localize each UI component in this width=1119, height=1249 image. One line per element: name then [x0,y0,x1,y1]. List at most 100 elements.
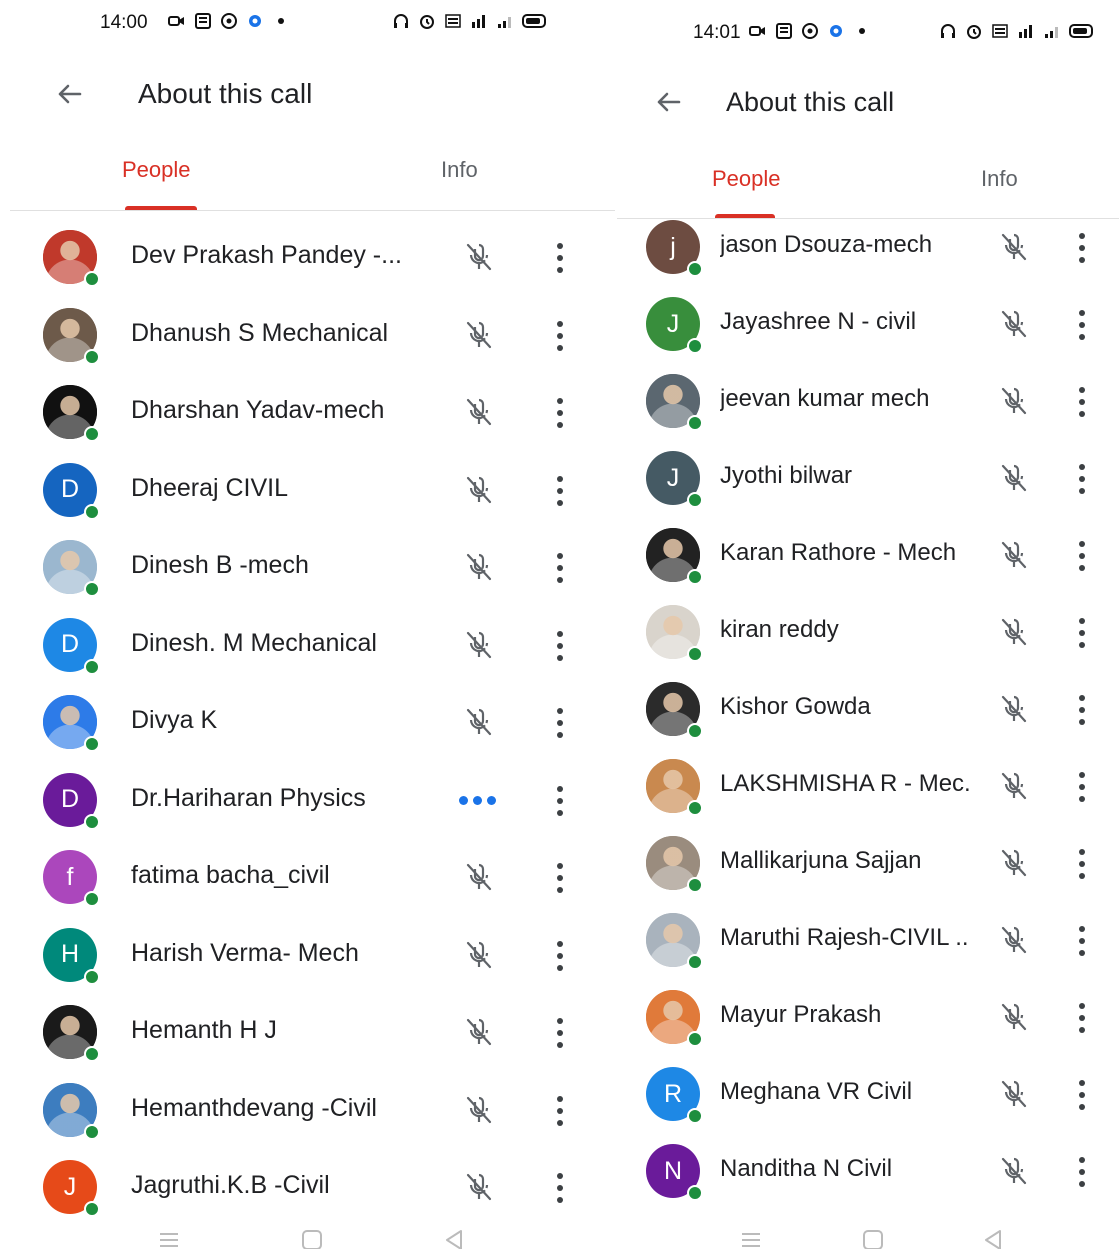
tab-info[interactable]: Info [981,166,1018,192]
participant-row[interactable]: LAKSHMISHA R - Mec... [617,748,1119,825]
more-vert-icon[interactable] [554,320,566,351]
participant-row[interactable]: Dharshan Yadav-mech [0,374,615,451]
participant-row[interactable]: Karan Rathore - Mech [617,517,1119,594]
back-arrow-icon[interactable] [52,76,88,112]
speaking-indicator-icon[interactable] [459,795,496,805]
participant-row[interactable]: D Dinesh. M Mechanical [0,607,615,684]
mic-off-icon[interactable] [461,1092,497,1128]
back-icon[interactable] [981,1228,1005,1249]
more-vert-icon[interactable] [554,1173,566,1203]
signal-icon [1045,27,1058,38]
participant-list[interactable]: j jason Dsouza-mech J Jayashree N - civil je… [617,219,1119,1209]
tab-people[interactable]: People [122,157,191,183]
mic-off-icon[interactable] [996,768,1032,804]
more-vert-icon[interactable] [554,398,566,428]
more-vert-icon[interactable] [1076,464,1088,494]
mic-off-icon[interactable] [461,549,497,585]
participant-row[interactable]: H Harish Verma- Mech [0,917,615,994]
more-dot [557,553,563,559]
more-vert-icon[interactable] [1076,772,1088,802]
more-vert-icon[interactable] [1076,1080,1088,1110]
home-icon[interactable] [300,1228,324,1249]
online-status-dot [687,723,703,739]
participant-list[interactable]: Dev Prakash Pandey -... Dhanush S Mechani… [0,210,615,1217]
participant-row[interactable]: J Jyothi bilwar [617,440,1119,517]
participant-row[interactable]: Mallikarjuna Sajjan [617,825,1119,902]
mic-off-icon[interactable] [996,1076,1032,1112]
participant-row[interactable]: kiran reddy [617,594,1119,671]
participant-row[interactable]: Dhanush S Mechanical [0,297,615,374]
more-dot [557,964,563,971]
mic-off-icon[interactable] [461,1014,497,1050]
participant-row[interactable]: Hemanth H J [0,994,615,1071]
participant-row[interactable]: Maruthi Rajesh-CIVIL ... [617,902,1119,979]
more-vert-icon[interactable] [1076,1003,1088,1033]
more-vert-icon[interactable] [1076,618,1088,648]
mic-off-icon[interactable] [996,1153,1032,1189]
mic-off-icon[interactable] [461,704,497,740]
mic-off-icon[interactable] [996,999,1032,1035]
more-vert-icon[interactable] [554,1095,566,1126]
mic-off-icon[interactable] [461,239,497,275]
mic-off-icon[interactable] [461,317,497,353]
home-icon[interactable] [861,1228,885,1249]
more-vert-icon[interactable] [554,243,566,273]
mic-off-icon[interactable] [996,383,1032,419]
mic-off-icon[interactable] [996,845,1032,881]
participant-row[interactable]: Kishor Gowda [617,671,1119,748]
participant-row[interactable]: Divya K [0,684,615,761]
more-vert-icon[interactable] [554,630,566,661]
mic-off-icon[interactable] [996,691,1032,727]
menu-icon[interactable] [739,1228,763,1249]
avatar: D [43,617,100,675]
mic-off-icon[interactable] [461,627,497,663]
more-vert-icon[interactable] [1076,1157,1088,1187]
more-vert-icon[interactable] [1076,926,1088,956]
participant-row[interactable]: Mayur Prakash [617,979,1119,1056]
participant-row[interactable]: Hemanthdevang -Civil [0,1072,615,1149]
more-vert-icon[interactable] [1076,849,1088,879]
participant-row[interactable]: D Dheeraj CIVIL [0,452,615,529]
more-vert-icon[interactable] [1076,387,1088,417]
mic-off-icon[interactable] [461,394,497,430]
tab-people[interactable]: People [712,166,781,192]
participant-row[interactable]: R Meghana VR Civil [617,1056,1119,1133]
mic-off-icon[interactable] [996,922,1032,958]
back-arrow-icon[interactable] [651,84,687,120]
more-vert-icon[interactable] [554,708,566,738]
mic-off-icon[interactable] [461,937,497,973]
participant-row[interactable]: f fatima bacha_civil [0,839,615,916]
tab-info[interactable]: Info [441,157,478,183]
mic-off-icon[interactable] [461,472,497,508]
more-vert-icon[interactable] [1076,310,1088,340]
participant-row[interactable]: jeevan kumar mech [617,363,1119,440]
participant-row[interactable]: J Jagruthi.K.B -Civil [0,1149,615,1226]
participant-row[interactable]: N Nanditha N Civil [617,1133,1119,1209]
menu-icon[interactable] [157,1228,181,1249]
participant-row[interactable]: Dinesh B -mech [0,529,615,606]
more-vert-icon[interactable] [554,940,566,971]
participant-row[interactable]: D Dr.Hariharan Physics [0,762,615,839]
participant-row[interactable]: J Jayashree N - civil [617,286,1119,363]
more-dot [557,1185,563,1191]
more-vert-icon[interactable] [554,553,566,583]
mic-off-icon[interactable] [996,306,1032,342]
mic-off-icon[interactable] [996,537,1032,573]
more-vert-icon[interactable] [1076,541,1088,571]
participant-row[interactable]: Dev Prakash Pandey -... [0,219,615,296]
mic-off-icon[interactable] [461,1169,497,1205]
participant-name: Karan Rathore - Mech [720,539,957,566]
more-vert-icon[interactable] [554,1018,566,1048]
more-vert-icon[interactable] [554,475,566,506]
more-dot [1079,719,1085,725]
mic-off-icon[interactable] [996,229,1032,265]
more-vert-icon[interactable] [1076,233,1088,263]
more-vert-icon[interactable] [554,863,566,893]
mic-off-icon[interactable] [996,460,1032,496]
participant-row[interactable]: j jason Dsouza-mech [617,219,1119,286]
mic-off-icon[interactable] [461,859,497,895]
mic-off-icon[interactable] [996,614,1032,650]
more-vert-icon[interactable] [554,785,566,816]
more-vert-icon[interactable] [1076,695,1088,725]
back-icon[interactable] [442,1228,466,1249]
